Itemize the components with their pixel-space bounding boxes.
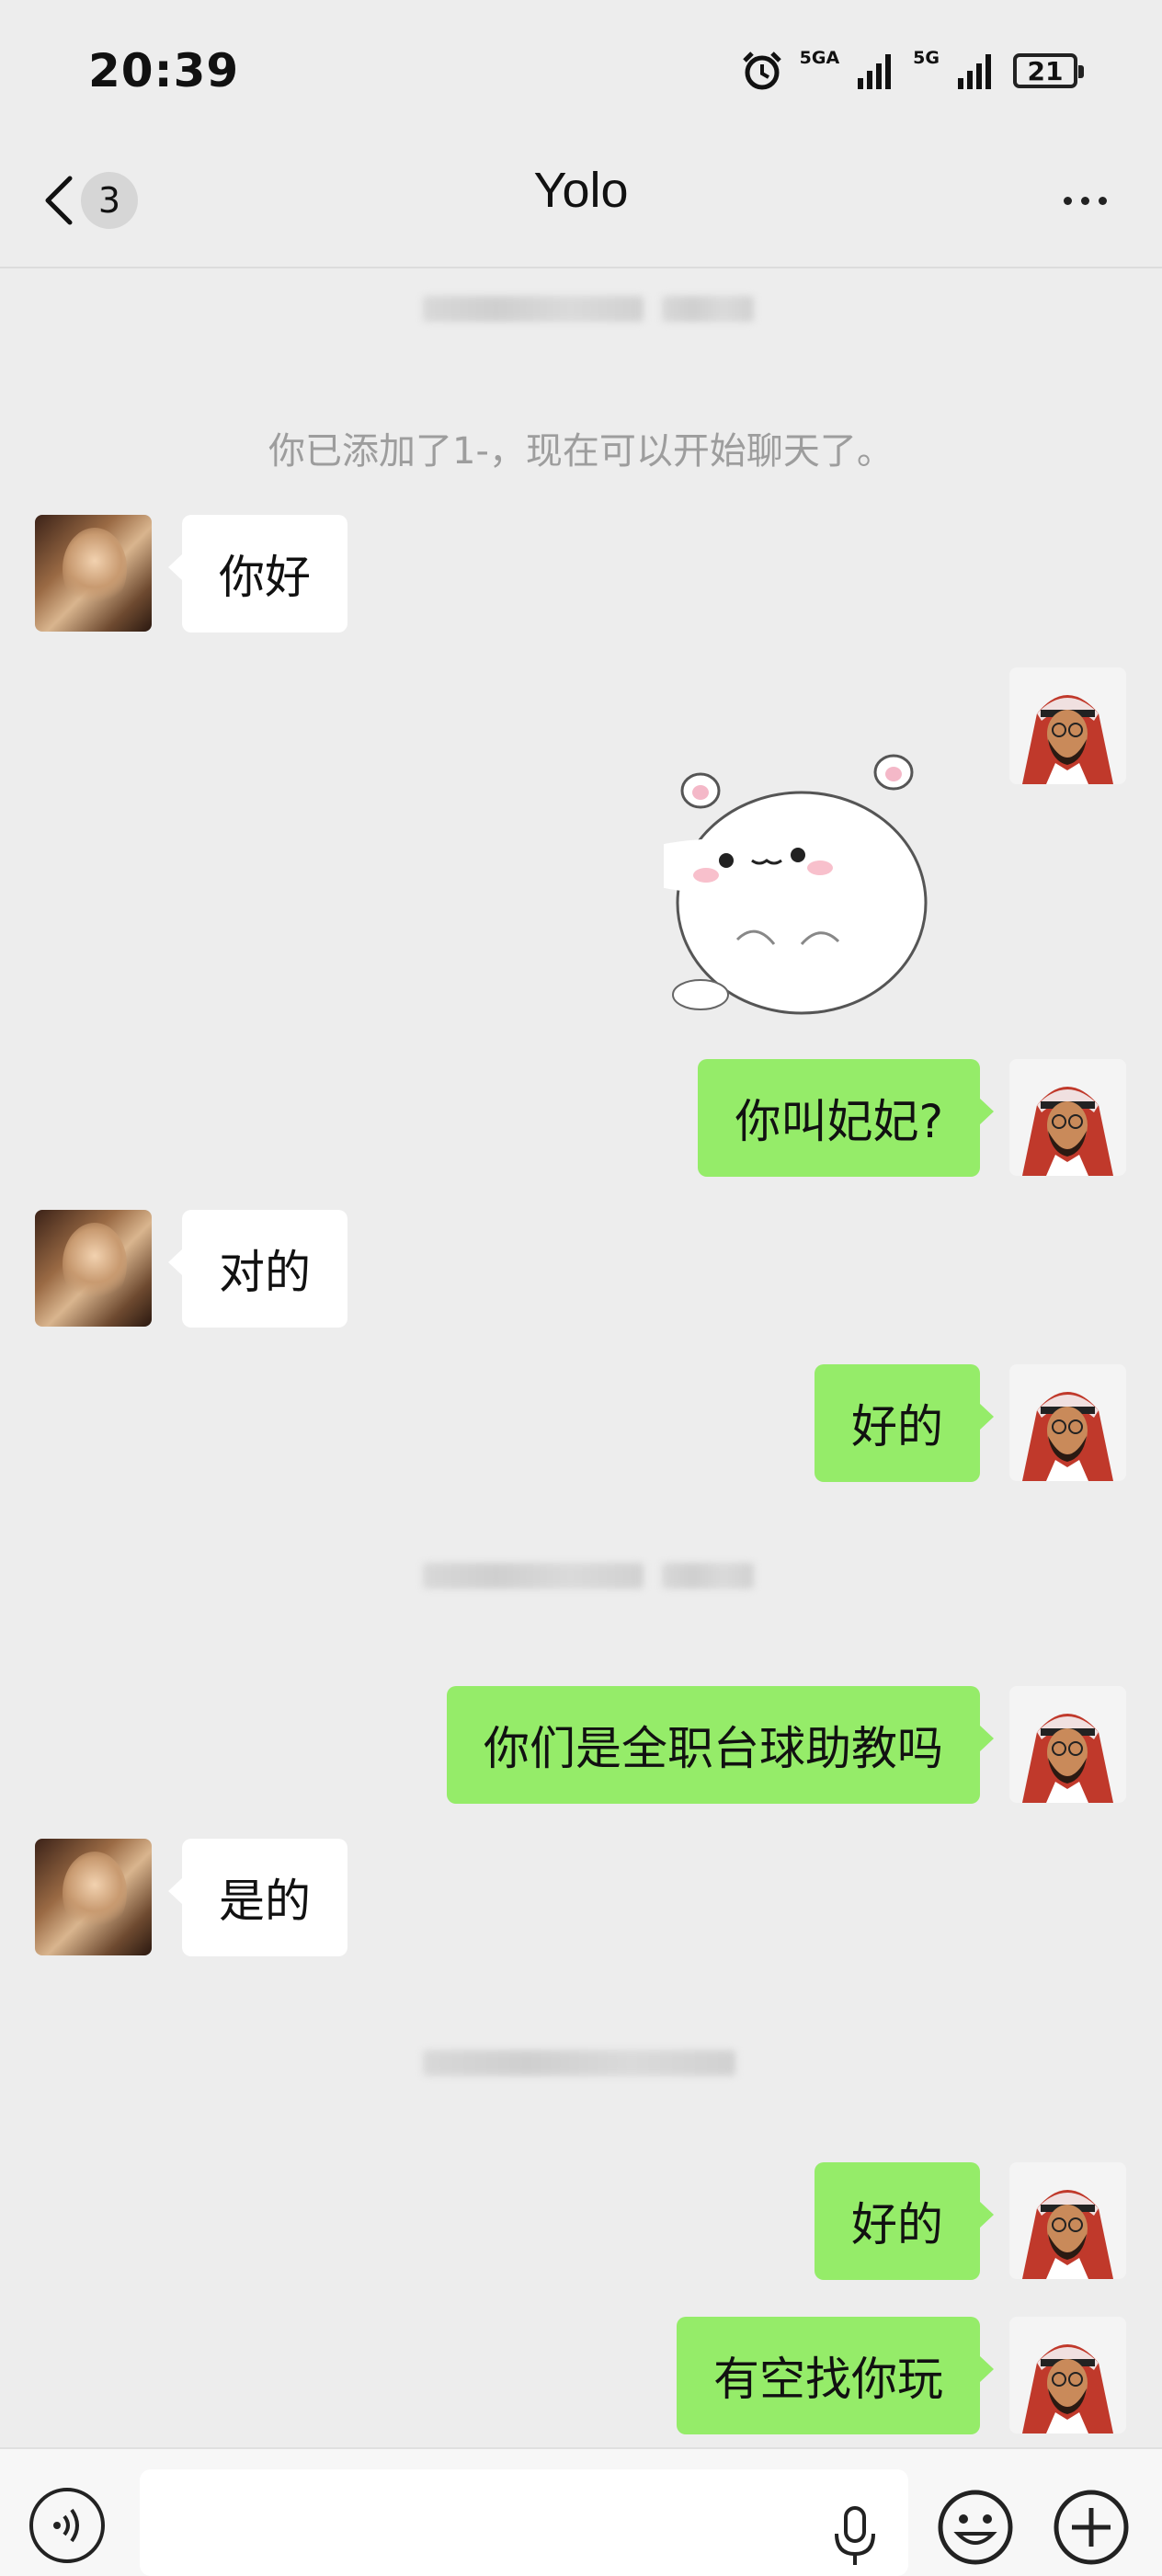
- more-dots-icon: [1063, 196, 1072, 205]
- message-input[interactable]: [140, 2469, 908, 2576]
- blurred-timestamp: [423, 296, 754, 333]
- contact-avatar[interactable]: [35, 1839, 152, 1955]
- my-avatar[interactable]: [1009, 1059, 1126, 1176]
- message-bubble-received[interactable]: 你好: [168, 515, 347, 633]
- status-bar: 20:39 5GA 5G 21: [0, 0, 1162, 138]
- contact-avatar[interactable]: [35, 1210, 152, 1327]
- system-message: 你已添加了1-，现在可以开始聊天了。: [268, 430, 894, 473]
- man-avatar-icon: [1022, 1392, 1113, 1481]
- my-avatar[interactable]: [1009, 1364, 1126, 1481]
- blurred-timestamp: [423, 1563, 754, 1600]
- blurred-timestamp: [423, 2050, 754, 2087]
- chat-message-list[interactable]: 你已添加了1-，现在可以开始聊天了。 你好 你叫妃妃? 对的 好的 你们是全职台…: [0, 268, 1162, 2447]
- voice-mode-button[interactable]: [29, 2488, 105, 2563]
- signal-icon: [858, 54, 892, 89]
- hamster-sticker[interactable]: [664, 728, 940, 1022]
- status-time: 20:39: [88, 44, 240, 97]
- man-avatar-icon: [1022, 1087, 1113, 1176]
- man-avatar-icon: [1022, 695, 1113, 784]
- message-bubble-received[interactable]: 是的: [168, 1839, 347, 1956]
- man-avatar-icon: [1022, 1714, 1113, 1803]
- network-label-2: 5G: [913, 48, 940, 68]
- message-bubble-sent[interactable]: 你叫妃妃?: [698, 1059, 994, 1177]
- my-avatar[interactable]: [1009, 2317, 1126, 2434]
- message-bubble-sent[interactable]: 好的: [815, 1364, 994, 1482]
- message-bubble-sent[interactable]: 有空找你玩: [677, 2317, 994, 2434]
- chat-title: Yolo: [533, 163, 629, 218]
- more-options-button[interactable]: [1048, 173, 1122, 228]
- man-avatar-icon: [1022, 2190, 1113, 2279]
- my-avatar[interactable]: [1009, 1686, 1126, 1803]
- my-avatar[interactable]: [1009, 667, 1126, 784]
- chat-header: 3 Yolo: [0, 138, 1162, 268]
- message-bubble-sent[interactable]: 好的: [815, 2162, 994, 2280]
- my-avatar[interactable]: [1009, 2162, 1126, 2279]
- message-bubble-received[interactable]: 对的: [168, 1210, 347, 1328]
- network-label-1: 5GA: [799, 48, 840, 68]
- alarm-icon: [742, 51, 781, 90]
- plus-icon[interactable]: [1052, 2488, 1131, 2567]
- contact-avatar[interactable]: [35, 515, 152, 632]
- emoji-icon[interactable]: [936, 2488, 1015, 2567]
- voice-mode-icon: [53, 2508, 79, 2543]
- status-icons: 5GA 5G 21: [741, 48, 1084, 94]
- man-avatar-icon: [1022, 2344, 1113, 2434]
- battery-icon: 21: [1013, 53, 1084, 88]
- signal-icon-2: [958, 54, 991, 89]
- input-bar: [0, 2447, 1162, 2576]
- microphone-icon[interactable]: [827, 2504, 883, 2569]
- battery-level: 21: [1027, 55, 1064, 86]
- message-bubble-sent[interactable]: 你们是全职台球助教吗: [447, 1686, 994, 1804]
